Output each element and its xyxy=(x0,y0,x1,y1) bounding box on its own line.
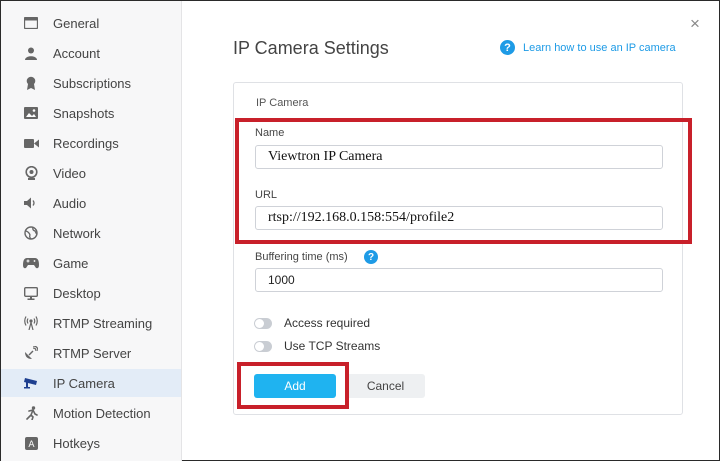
window-icon xyxy=(23,15,39,31)
cancel-button[interactable]: Cancel xyxy=(346,374,425,398)
speaker-icon xyxy=(23,195,39,211)
sidebar-item-recordings[interactable]: Recordings xyxy=(1,129,181,157)
sidebar-item-label: Subscriptions xyxy=(53,75,132,91)
buffering-label: Buffering time (ms) xyxy=(255,251,348,263)
sidebar-item-label: Game xyxy=(53,255,89,271)
sidebar-item-audio[interactable]: Audio xyxy=(1,189,181,217)
section-title: IP Camera xyxy=(256,97,309,109)
sidebar-item-rtmp-server[interactable]: RTMP Server xyxy=(1,339,181,367)
page-title: IP Camera Settings xyxy=(233,38,389,58)
sidebar-item-label: Audio xyxy=(53,195,87,211)
satellite-icon xyxy=(23,345,39,361)
sidebar-item-label: IP Camera xyxy=(53,375,115,391)
sidebar-item-label: General xyxy=(53,15,100,31)
name-input[interactable] xyxy=(255,145,663,169)
sidebar-item-subscriptions[interactable]: Subscriptions xyxy=(1,69,181,97)
badge-icon xyxy=(23,75,39,91)
broadcast-icon xyxy=(23,315,39,331)
sidebar-item-label: Network xyxy=(53,225,101,241)
sidebar-item-label: RTMP Streaming xyxy=(53,315,153,331)
sidebar-item-desktop[interactable]: Desktop xyxy=(1,279,181,307)
url-input[interactable] xyxy=(255,206,663,230)
buffering-input[interactable] xyxy=(255,268,663,292)
question-icon: ? xyxy=(500,40,515,55)
sidebar: General Account Subscriptions Snapshots … xyxy=(1,1,182,461)
buffering-help-icon[interactable]: ? xyxy=(364,250,378,264)
sidebar-item-general[interactable]: General xyxy=(1,9,181,37)
svg-text:A: A xyxy=(28,440,35,450)
image-icon xyxy=(23,105,39,121)
sidebar-item-account[interactable]: Account xyxy=(1,39,181,67)
access-required-row: Access required xyxy=(254,316,370,330)
ip-camera-panel: IP Camera Name URL Buffering time (ms) ?… xyxy=(233,82,683,415)
sidebar-item-network[interactable]: Network xyxy=(1,219,181,247)
user-icon xyxy=(23,45,39,61)
sidebar-item-label: Snapshots xyxy=(53,105,115,121)
sidebar-item-label: Recordings xyxy=(53,135,119,151)
sidebar-item-label: Motion Detection xyxy=(53,405,151,421)
sidebar-item-label: Desktop xyxy=(53,285,101,301)
keyboard-key-icon: A xyxy=(23,435,39,451)
monitor-icon xyxy=(23,285,39,301)
add-button[interactable]: Add xyxy=(254,374,336,398)
name-label: Name xyxy=(255,127,285,139)
sidebar-item-label: Hotkeys xyxy=(53,435,100,451)
video-camera-icon xyxy=(23,135,39,151)
sidebar-item-label: Account xyxy=(53,45,100,61)
use-tcp-toggle[interactable] xyxy=(254,340,272,352)
gamepad-icon xyxy=(23,255,39,271)
close-icon[interactable]: × xyxy=(690,15,700,32)
sidebar-item-hotkeys[interactable]: A Hotkeys xyxy=(1,429,181,457)
sidebar-item-label: RTMP Server xyxy=(53,345,132,361)
globe-icon xyxy=(23,225,39,241)
sidebar-item-snapshots[interactable]: Snapshots xyxy=(1,99,181,127)
help-link[interactable]: ? Learn how to use an IP camera xyxy=(500,40,676,55)
access-required-label: Access required xyxy=(284,316,371,330)
security-camera-icon xyxy=(23,375,39,391)
sidebar-item-motion-detection[interactable]: Motion Detection xyxy=(1,399,181,427)
running-person-icon xyxy=(23,405,39,421)
help-link-text: Learn how to use an IP camera xyxy=(523,41,676,54)
settings-main: IP Camera Settings ? Learn how to use an… xyxy=(182,1,720,461)
sidebar-item-rtmp-streaming[interactable]: RTMP Streaming xyxy=(1,309,181,337)
sidebar-item-label: Video xyxy=(53,165,87,181)
sidebar-item-game[interactable]: Game xyxy=(1,249,181,277)
access-required-toggle[interactable] xyxy=(254,317,272,329)
use-tcp-label: Use TCP Streams xyxy=(284,339,381,353)
webcam-icon xyxy=(23,165,39,181)
sidebar-item-ip-camera[interactable]: IP Camera xyxy=(1,369,181,397)
sidebar-item-video[interactable]: Video xyxy=(1,159,181,187)
use-tcp-row: Use TCP Streams xyxy=(254,339,380,353)
url-label: URL xyxy=(255,189,278,201)
